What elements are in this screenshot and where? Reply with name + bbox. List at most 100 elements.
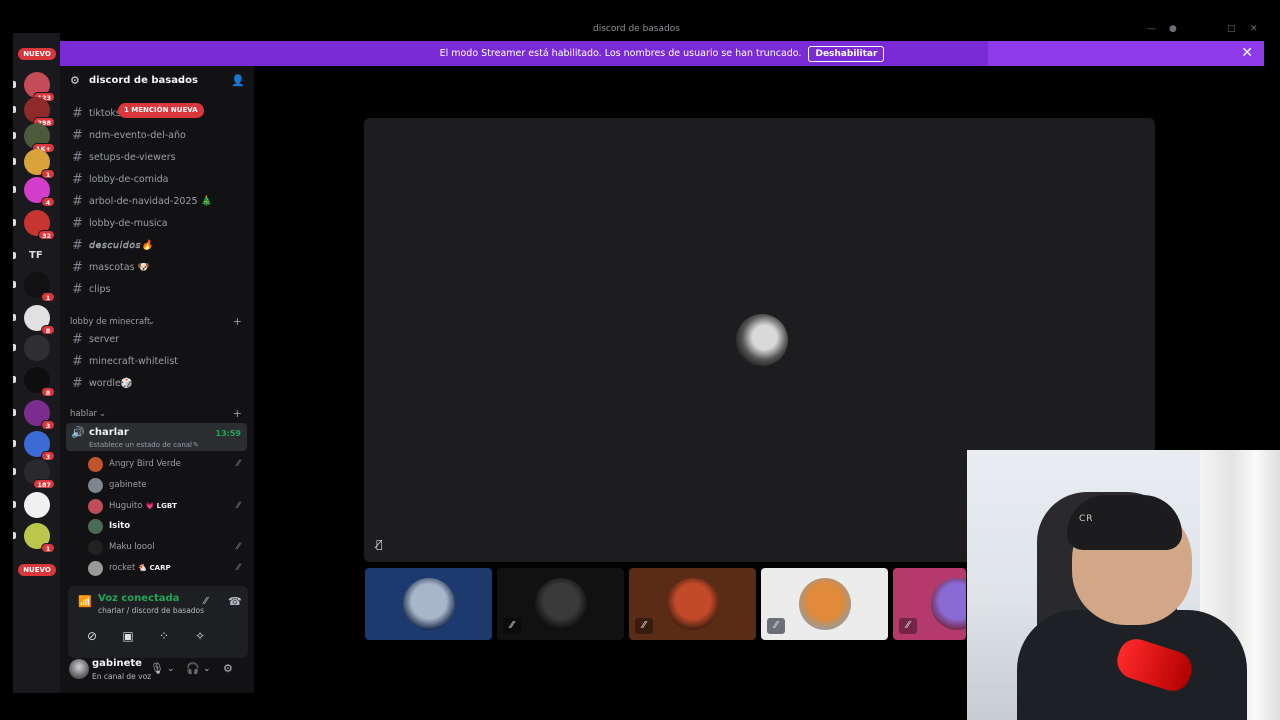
channel-item[interactable]: # lobby-de-comida — [68, 170, 248, 190]
server-icon[interactable] — [24, 492, 50, 518]
unread-badge: 8 — [41, 325, 55, 335]
voice-connected-label[interactable]: Voz conectada — [98, 593, 179, 604]
new-badge[interactable]: NUEVO — [18, 564, 56, 576]
voice-user[interactable]: rocket 🐔 CARP ⁄⁄ — [88, 560, 244, 578]
server-icon[interactable]: 1K+ — [24, 123, 55, 153]
voice-channel-name: charlar — [89, 427, 129, 438]
participant-tile[interactable]: ⁄⁄ — [497, 568, 624, 640]
avatar — [88, 561, 103, 576]
category-hablar[interactable]: hablar — [70, 409, 97, 419]
unread-pill — [13, 132, 16, 139]
disable-streamer-button[interactable]: Deshabilitar — [808, 45, 885, 62]
add-channel-icon[interactable]: + — [233, 407, 242, 420]
avatar — [799, 578, 851, 630]
user-settings-icon[interactable]: ⚙ — [223, 662, 233, 675]
voice-user-name: gabinete — [109, 480, 147, 490]
chevron-down-icon[interactable]: ⌄ — [99, 409, 106, 419]
channel-sidebar: ⚙ discord de basados ⌄ 👤 # tiktoks # ndm-ev… — [60, 66, 254, 693]
participant-tile[interactable]: ⁄⁄ — [893, 568, 966, 640]
channel-item[interactable]: # server — [68, 330, 248, 350]
muted-mic-icon: ⁄⁄ — [899, 618, 917, 634]
noise-suppression-icon[interactable]: ⁄⁄ — [204, 596, 207, 607]
chevron-down-icon[interactable]: ⌄ — [178, 75, 186, 86]
channel-item[interactable]: # minecraft-whitelist — [68, 352, 248, 372]
window-minimize-icon[interactable]: — — [1147, 24, 1157, 34]
channel-item[interactable]: # wordle🎲 — [68, 374, 248, 394]
unread-badge: 3 — [41, 451, 55, 461]
camera-off-icon[interactable]: ⊘ — [74, 624, 110, 648]
server-settings-icon[interactable]: ⚙ — [70, 74, 80, 87]
voice-user[interactable]: Isito — [88, 518, 244, 536]
server-icon[interactable]: 32 — [24, 210, 55, 240]
title-bar: discord de basados — ● □ ✕ — [0, 0, 1280, 34]
microphone-icon[interactable]: 🎙 — [150, 662, 164, 675]
server-icon[interactable]: 3 — [24, 431, 55, 461]
voice-channel-status[interactable]: Establece un estado de canal — [89, 441, 192, 449]
channel-item[interactable]: # clips — [68, 280, 248, 300]
close-icon[interactable]: ✕ — [1241, 45, 1253, 61]
channel-name: arbol-de-navidad-2025 🎄 — [89, 196, 213, 207]
server-icon[interactable]: TF — [24, 243, 50, 269]
signal-icon[interactable]: 📶 — [78, 595, 92, 608]
window-maximize-icon[interactable]: □ — [1227, 24, 1237, 34]
voice-user[interactable]: Angry Bird Verde ⁄⁄ — [88, 456, 244, 474]
server-icon[interactable]: 4 — [24, 177, 55, 207]
server-icon[interactable]: 1 — [24, 149, 55, 179]
avatar — [88, 457, 103, 472]
disconnect-icon[interactable]: ☎ — [228, 595, 242, 608]
server-icon[interactable]: 187 — [24, 459, 55, 489]
pencil-icon[interactable]: ✎ — [193, 441, 199, 449]
participant-tile[interactable] — [365, 568, 492, 640]
hash-icon: # — [72, 282, 83, 297]
channel-item[interactable]: # ndm-evento-del-año — [68, 126, 248, 146]
server-icon[interactable] — [24, 335, 50, 361]
server-icon[interactable]: 8 — [24, 305, 55, 335]
channel-item[interactable]: # lobby-de-musica — [68, 214, 248, 234]
muted-mic-icon: ⁄⁄ — [236, 500, 240, 511]
channel-name: mascotas 🐶 — [89, 262, 150, 273]
voice-channel-charlar[interactable]: 🔊 charlar Establece un estado de canal ✎… — [66, 423, 247, 451]
unread-pill — [13, 281, 16, 288]
channel-item[interactable]: # mascotas 🐶 — [68, 258, 248, 278]
server-icon[interactable]: 298 — [24, 97, 55, 127]
unread-pill — [13, 440, 16, 447]
participant-tile[interactable]: ⁄⁄ — [761, 568, 888, 640]
new-mention-badge[interactable]: 1 MENCIÓN NUEVA — [118, 103, 204, 118]
channel-item[interactable]: # arbol-de-navidad-2025 🎄 — [68, 192, 248, 212]
user-name[interactable]: gabinete — [92, 658, 142, 669]
invite-people-icon[interactable]: 👤 — [231, 74, 245, 87]
category-minecraft[interactable]: lobby de minecraft — [70, 317, 150, 327]
voice-user-name: Angry Bird Verde — [109, 459, 181, 469]
add-channel-icon[interactable]: + — [233, 315, 242, 328]
avatar[interactable] — [69, 659, 89, 679]
channel-item[interactable]: # setups-de-viewers — [68, 148, 248, 168]
user-panel: gabinete En canal de voz 🎙 ⌄ 🎧 ⌄ ⚙ — [60, 656, 254, 693]
server-header[interactable]: ⚙ discord de basados ⌄ 👤 — [60, 66, 254, 96]
voice-user[interactable]: Maku loool ⁄⁄ — [88, 539, 244, 557]
screen-share-icon[interactable]: ▣ — [110, 624, 146, 648]
voice-connected-channel[interactable]: charlar / discord de basados — [98, 606, 204, 615]
chevron-down-icon[interactable]: ⌄ — [167, 664, 175, 674]
voice-user[interactable]: gabinete — [88, 477, 244, 495]
soundboard-icon[interactable]: ✧ — [182, 624, 218, 648]
chevron-down-icon[interactable]: ⌄ — [203, 664, 211, 674]
voice-user-name: Maku loool — [109, 542, 155, 552]
voice-user[interactable]: Huguito 💗 LGBT ⁄⁄ — [88, 498, 244, 516]
muted-mic-icon: ⁄⁄ — [236, 459, 240, 469]
headphones-icon[interactable]: 🎧 — [186, 662, 200, 675]
activities-icon[interactable]: ⁘ — [146, 624, 182, 648]
server-icon[interactable]: 3 — [24, 400, 55, 430]
new-badge[interactable]: NUEVO — [18, 48, 56, 60]
unread-badge: 1 — [41, 169, 55, 179]
window-help-icon[interactable]: ● — [1169, 24, 1179, 34]
server-icon[interactable]: 123 — [24, 72, 55, 102]
server-icon[interactable]: 1 — [24, 523, 55, 553]
window-close-icon[interactable]: ✕ — [1250, 24, 1260, 34]
server-icon[interactable]: 1 — [24, 272, 55, 302]
channel-item[interactable]: # 𝘥𝘦𝘴𝘤𝘶𝘪𝘥𝘰𝘴🔥 — [68, 236, 248, 256]
channel-name: setups-de-viewers — [89, 152, 176, 163]
server-icon[interactable]: 8 — [24, 367, 55, 397]
participant-tile[interactable]: ⁄⁄ — [629, 568, 756, 640]
server-initials: TF — [29, 250, 43, 261]
chevron-down-icon[interactable]: ⌄ — [148, 317, 155, 327]
